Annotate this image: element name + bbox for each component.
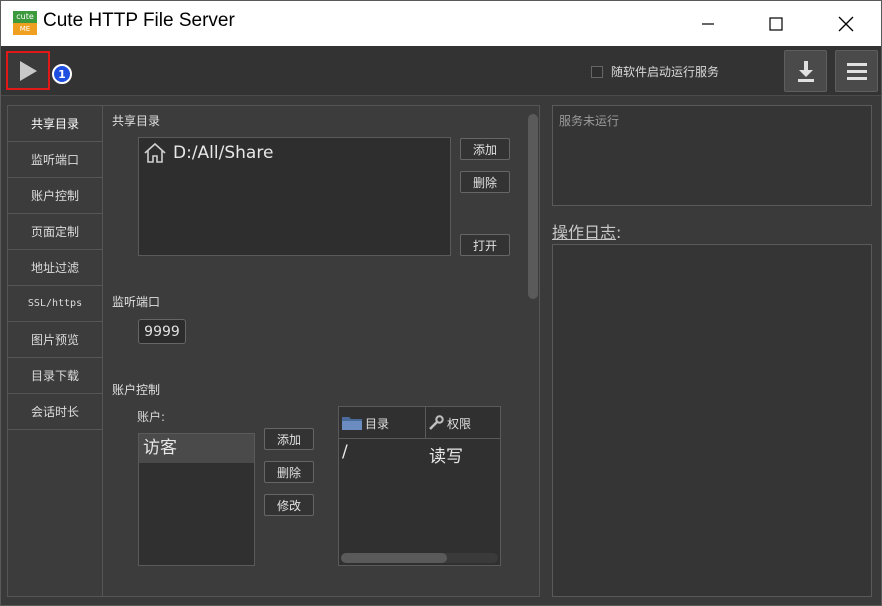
maximize-button[interactable] — [753, 1, 799, 46]
hamburger-icon — [846, 63, 867, 80]
operation-log[interactable] — [552, 244, 872, 597]
nav-item-label: 会话时长 — [30, 405, 79, 419]
toolbar: 1 随软件启动运行服务 — [1, 46, 881, 96]
column-header-label: 权限 — [447, 416, 472, 431]
settings-vertical-scrollbar[interactable] — [528, 114, 538, 592]
share-section-title: 共享目录 — [112, 114, 161, 128]
column-header-label: 目录 — [365, 416, 390, 431]
list-item[interactable]: 访客 — [139, 434, 254, 463]
table-cell-permission: 读写 — [429, 447, 463, 467]
nav-item-share[interactable]: 共享目录 — [8, 106, 102, 142]
share-dir-list[interactable]: D:/All/Share — [138, 137, 451, 256]
nav-item-accounts[interactable]: 账户控制 — [8, 178, 102, 214]
start-server-button[interactable] — [6, 51, 50, 90]
minimize-icon — [702, 22, 714, 25]
download-icon — [797, 61, 814, 82]
nav-item-label: 地址过滤 — [30, 261, 79, 275]
log-label-main: 操作日志 — [552, 223, 617, 242]
column-header-permission[interactable]: 权限 — [426, 407, 500, 439]
settings-content: 共享目录 D:/All/Share 添加 删除 打开 监听端口 9999 账户控… — [104, 106, 524, 596]
home-icon — [144, 142, 166, 163]
permission-table-header: 目录 权限 — [339, 407, 500, 439]
server-status-text: 服务未运行 — [559, 114, 620, 128]
download-button[interactable] — [784, 50, 827, 92]
autostart-label: 随软件启动运行服务 — [611, 65, 720, 79]
logo-top-text: cute — [13, 11, 37, 23]
play-icon — [20, 60, 37, 81]
close-button[interactable] — [823, 1, 869, 46]
nav-item-label: 共享目录 — [30, 117, 79, 131]
column-header-dir[interactable]: 目录 — [339, 407, 426, 439]
logo-bottom-text: ME — [13, 23, 37, 35]
window-title: Cute HTTP File Server — [43, 10, 235, 31]
nav-item-label: 图片预览 — [30, 333, 79, 347]
share-dir-path: D:/All/Share — [173, 143, 274, 163]
server-status-box: 服务未运行 — [552, 105, 872, 206]
nav-item-label: 页面定制 — [30, 225, 79, 239]
nav-item-label: 目录下载 — [30, 369, 79, 383]
list-item[interactable]: D:/All/Share — [143, 142, 273, 164]
autostart-option[interactable]: 随软件启动运行服务 — [591, 63, 719, 80]
title-bar: cute ME Cute HTTP File Server — [1, 1, 881, 46]
table-horizontal-scrollbar[interactable] — [341, 553, 498, 563]
maximize-icon — [769, 16, 783, 31]
open-dir-button[interactable]: 打开 — [460, 234, 510, 256]
nav-item-port[interactable]: 监听端口 — [8, 142, 102, 178]
edit-account-button[interactable]: 修改 — [264, 494, 314, 516]
app-logo-icon: cute ME — [13, 11, 37, 35]
app-window: cute ME Cute HTTP File Server 1 随软件启动运行服… — [0, 0, 882, 606]
wrench-icon — [429, 415, 444, 430]
nav-item-ip-filter[interactable]: 地址过滤 — [8, 250, 102, 286]
nav-item-label: 监听端口 — [30, 153, 79, 167]
add-account-button[interactable]: 添加 — [264, 428, 314, 450]
accounts-list[interactable]: 访客 — [138, 433, 255, 566]
scrollbar-thumb[interactable] — [528, 114, 538, 299]
permission-table[interactable]: 目录 权限 / 读写 — [338, 406, 501, 566]
nav-item-page-custom[interactable]: 页面定制 — [8, 214, 102, 250]
menu-button[interactable] — [835, 50, 878, 92]
minimize-button[interactable] — [685, 1, 731, 46]
nav-item-session-time[interactable]: 会话时长 — [8, 394, 102, 430]
delete-account-button[interactable]: 删除 — [264, 461, 314, 483]
nav-item-label: 账户控制 — [30, 189, 79, 203]
port-input[interactable]: 9999 — [138, 319, 186, 344]
delete-dir-button[interactable]: 删除 — [460, 171, 510, 193]
settings-panel: 共享目录 监听端口 账户控制 页面定制 地址过滤 SSL/https 图片预览 … — [7, 105, 540, 597]
log-label: 操作日志: — [552, 219, 621, 243]
accounts-section-title: 账户控制 — [112, 383, 161, 397]
nav-item-image-preview[interactable]: 图片预览 — [8, 322, 102, 358]
autostart-checkbox[interactable] — [591, 65, 603, 78]
nav-item-dir-download[interactable]: 目录下载 — [8, 358, 102, 394]
add-dir-button[interactable]: 添加 — [460, 138, 510, 160]
accounts-list-label: 账户: — [137, 410, 166, 424]
port-section-title: 监听端口 — [112, 295, 161, 309]
nav-item-ssl[interactable]: SSL/https — [8, 286, 102, 322]
scrollbar-thumb[interactable] — [341, 553, 447, 563]
log-label-suffix: : — [616, 223, 622, 242]
step-badge: 1 — [52, 64, 72, 84]
folder-icon — [342, 417, 362, 430]
table-cell-dir: / — [342, 442, 348, 462]
close-icon — [838, 16, 854, 31]
table-row[interactable]: / 读写 — [339, 442, 500, 467]
nav-item-label: SSL/https — [27, 298, 83, 309]
settings-nav: 共享目录 监听端口 账户控制 页面定制 地址过滤 SSL/https 图片预览 … — [8, 106, 103, 596]
